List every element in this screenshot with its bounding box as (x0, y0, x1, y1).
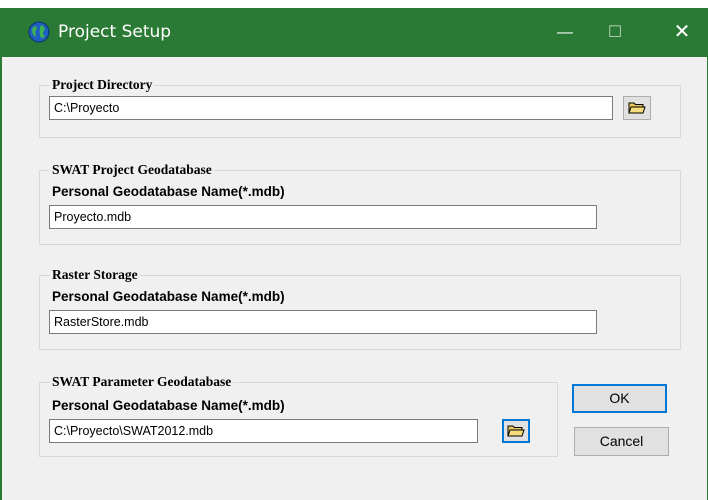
cancel-button[interactable]: Cancel (574, 427, 669, 456)
close-button[interactable]: ✕ (659, 8, 705, 57)
swat-project-gdb-label: Personal Geodatabase Name(*.mdb) (52, 184, 285, 199)
raster-storage-title: Raster Storage (50, 267, 140, 283)
globe-icon (28, 21, 50, 43)
minimize-button[interactable]: — (542, 8, 588, 57)
maximize-button[interactable]: ☐ (592, 8, 638, 57)
raster-storage-group: Raster Storage Personal Geodatabase Name… (39, 267, 681, 350)
window-title: Project Setup (58, 22, 172, 42)
swat-parameter-geodatabase-title: SWAT Parameter Geodatabase (50, 374, 234, 390)
raster-storage-gdb-input[interactable]: RasterStore.mdb (49, 310, 597, 334)
project-setup-dialog: Project Setup — ☐ ✕ Project Directory C:… (0, 8, 708, 500)
browse-directory-button[interactable] (623, 96, 651, 120)
project-directory-group: Project Directory C:\Proyecto (39, 77, 681, 138)
folder-open-icon (628, 102, 646, 114)
title-bar[interactable]: Project Setup — ☐ ✕ (2, 8, 707, 57)
folder-open-icon (507, 425, 525, 437)
swat-parameter-geodatabase-group: SWAT Parameter Geodatabase Personal Geod… (39, 374, 558, 457)
swat-parameter-gdb-input[interactable]: C:\Proyecto\SWAT2012.mdb (49, 419, 478, 443)
swat-project-gdb-input[interactable]: Proyecto.mdb (49, 205, 597, 229)
project-directory-title: Project Directory (50, 77, 155, 93)
swat-project-geodatabase-group: SWAT Project Geodatabase Personal Geodat… (39, 162, 681, 245)
swat-project-geodatabase-title: SWAT Project Geodatabase (50, 162, 214, 178)
swat-parameter-gdb-label: Personal Geodatabase Name(*.mdb) (52, 398, 285, 413)
project-directory-input[interactable]: C:\Proyecto (49, 96, 613, 120)
ok-button[interactable]: OK (572, 384, 667, 413)
raster-storage-gdb-label: Personal Geodatabase Name(*.mdb) (52, 289, 285, 304)
browse-parameter-gdb-button[interactable] (502, 419, 530, 443)
